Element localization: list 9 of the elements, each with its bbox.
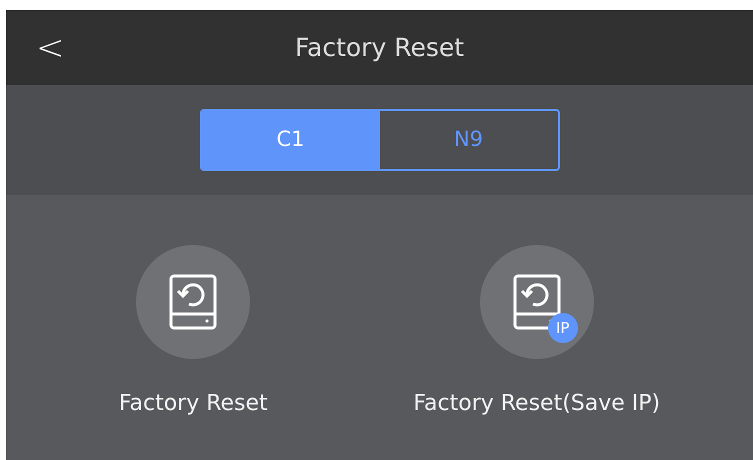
action-label: Factory Reset(Save IP): [413, 390, 660, 418]
page-title: Factory Reset: [294, 32, 464, 64]
drive-reset-icon: [169, 274, 218, 330]
action-label: Factory Reset: [118, 390, 268, 418]
ip-badge: IP: [548, 313, 578, 343]
back-button[interactable]: <: [6, 30, 66, 64]
reset-button[interactable]: IP: [480, 245, 594, 359]
tab[interactable]: N9: [380, 111, 558, 169]
tab[interactable]: C1: [202, 111, 380, 169]
